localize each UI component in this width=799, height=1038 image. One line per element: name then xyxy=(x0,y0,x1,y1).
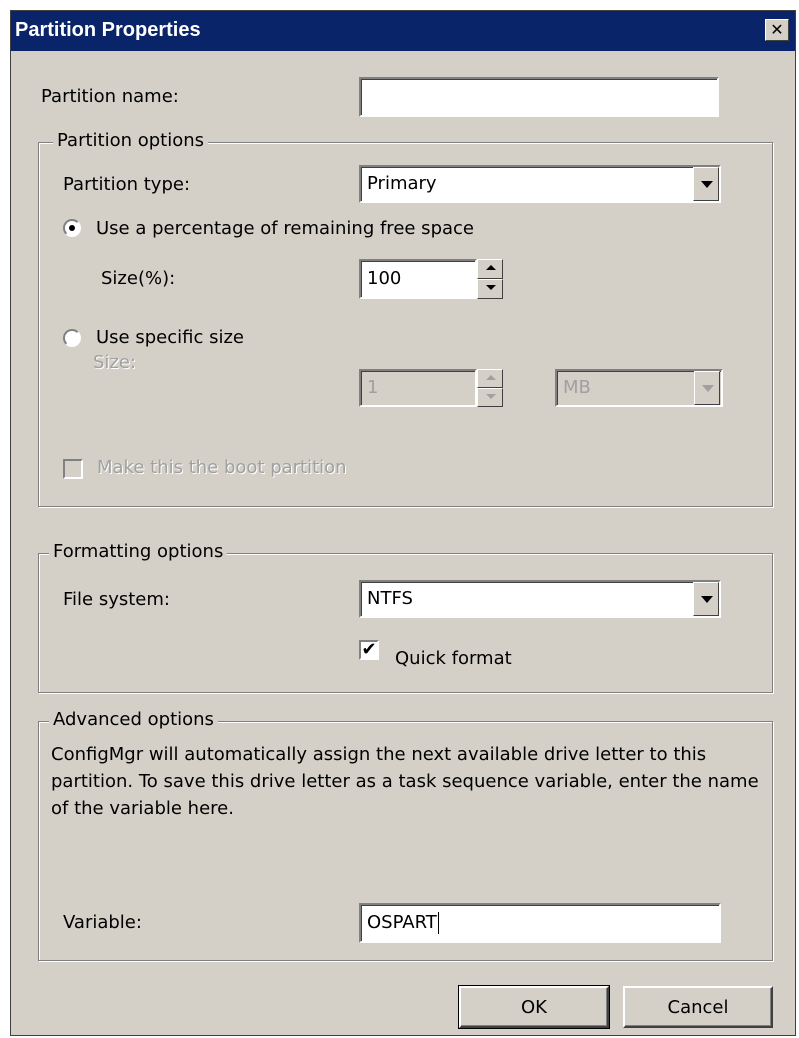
advanced-options-description: ConfigMgr will automatically assign the … xyxy=(51,744,759,819)
spin-down-button[interactable] xyxy=(477,279,503,299)
file-system-select[interactable]: NTFS xyxy=(359,580,721,618)
file-system-dropdown-button[interactable] xyxy=(693,582,719,616)
partition-options-title: Partition options xyxy=(53,130,209,151)
size-input[interactable]: 1 xyxy=(359,369,477,407)
partition-name-input[interactable] xyxy=(359,77,719,117)
chevron-down-icon xyxy=(701,596,713,603)
ok-button[interactable]: OK xyxy=(458,985,610,1029)
size-percent-input[interactable]: 100 xyxy=(359,259,477,299)
spin-up-button[interactable] xyxy=(477,259,503,279)
partition-type-select[interactable]: Primary xyxy=(359,165,721,203)
radio-selected-dot xyxy=(69,225,75,231)
arrow-up-icon xyxy=(486,375,496,380)
size-spinner[interactable] xyxy=(477,369,503,407)
radio-use-specific-size[interactable] xyxy=(63,329,81,347)
title-bar: Partition Properties ✕ xyxy=(11,11,795,51)
radio-use-specific-size-label: Use specific size xyxy=(96,327,244,348)
boot-partition-checkbox[interactable] xyxy=(63,459,83,479)
close-button[interactable]: ✕ xyxy=(765,19,789,41)
partition-type-label: Partition type: xyxy=(63,174,191,195)
size-unit-dropdown-button[interactable] xyxy=(694,371,720,405)
chevron-down-icon xyxy=(701,181,713,188)
size-label: Size: xyxy=(93,352,137,373)
partition-properties-dialog: Partition Properties ✕ Partition name: P… xyxy=(10,10,796,1036)
boot-partition-label: Make this the boot partition xyxy=(97,457,347,478)
chevron-down-icon xyxy=(702,385,714,392)
close-icon: ✕ xyxy=(770,20,784,39)
partition-type-dropdown-button[interactable] xyxy=(693,167,719,201)
cancel-button[interactable]: Cancel xyxy=(623,986,773,1028)
window-title: Partition Properties xyxy=(15,19,201,41)
variable-input-value: OSPART xyxy=(367,912,437,933)
formatting-options-group xyxy=(38,553,773,693)
check-icon: ✔ xyxy=(361,639,377,660)
quick-format-checkbox[interactable]: ✔ xyxy=(359,640,379,660)
arrow-up-icon xyxy=(486,265,496,270)
radio-use-percentage-label: Use a percentage of remaining free space xyxy=(96,218,474,239)
advanced-options-title: Advanced options xyxy=(49,709,218,730)
quick-format-label: Quick format xyxy=(395,648,512,669)
partition-name-label: Partition name: xyxy=(41,86,179,107)
formatting-options-title: Formatting options xyxy=(49,541,228,562)
size-percent-spinner[interactable] xyxy=(477,259,503,299)
variable-input[interactable]: OSPART xyxy=(359,903,721,943)
text-caret xyxy=(437,912,439,934)
spin-up-button[interactable] xyxy=(477,369,503,388)
file-system-label: File system: xyxy=(63,589,170,610)
arrow-down-icon xyxy=(486,394,496,399)
size-percent-label: Size(%): xyxy=(101,268,176,289)
spin-down-button[interactable] xyxy=(477,388,503,407)
radio-use-percentage[interactable] xyxy=(63,219,81,237)
variable-label: Variable: xyxy=(63,912,142,933)
arrow-down-icon xyxy=(486,285,496,290)
